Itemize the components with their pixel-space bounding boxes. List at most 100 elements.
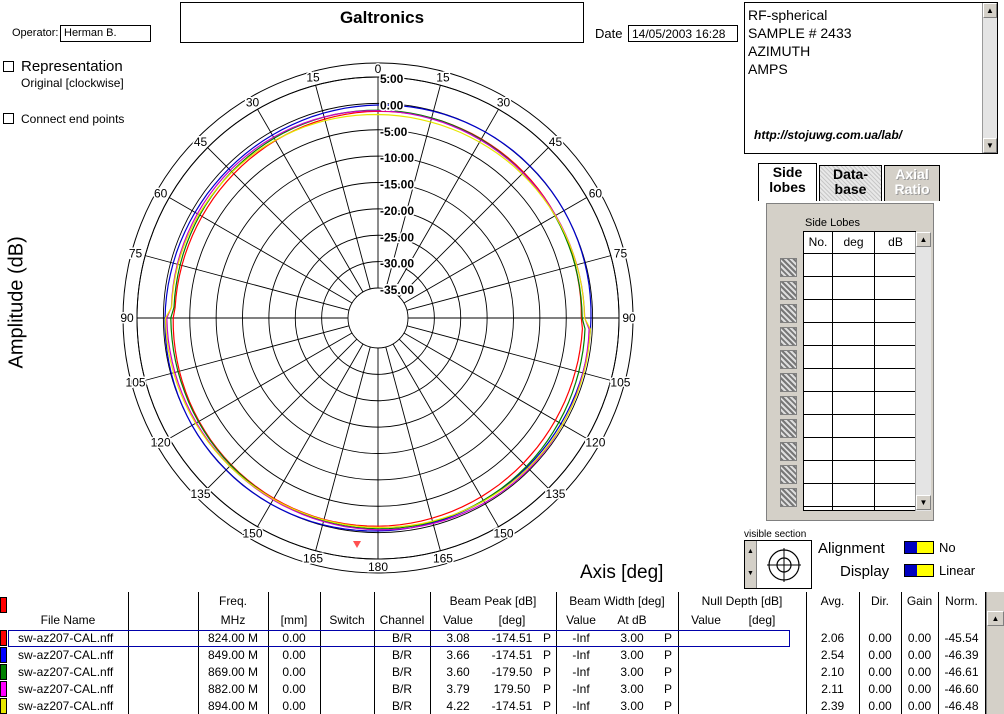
display-toggle[interactable]: [904, 564, 934, 577]
cell-bp-value: 4.22: [446, 699, 470, 713]
cell-dir: 0.00: [868, 699, 892, 713]
side-lobe-row[interactable]: [804, 438, 917, 461]
cell-bw-value: -Inf: [572, 648, 590, 662]
side-lobe-row[interactable]: [804, 346, 917, 369]
cell-avg: 2.11: [821, 682, 844, 696]
cell-freq: 894.00 M: [207, 699, 259, 713]
side-lobes-grid[interactable]: No. deg dB: [803, 231, 917, 511]
scroll-up-icon[interactable]: ▲: [916, 232, 931, 247]
scroll-down-icon[interactable]: ▼: [916, 495, 931, 510]
cell-mm: 0.00: [282, 682, 306, 696]
cell-p2: P: [663, 665, 672, 679]
cell-bw-value: -Inf: [572, 665, 590, 679]
spin-arrows[interactable]: ▲ ▼: [745, 541, 757, 588]
side-lobe-select-button[interactable]: [780, 304, 797, 323]
notes-line: RF-spherical: [748, 7, 828, 23]
side-lobe-row[interactable]: [804, 300, 917, 323]
side-lobe-select-button[interactable]: [780, 465, 797, 484]
tab-side-lobes[interactable]: Side lobes: [758, 163, 817, 201]
cell-channel: B/R: [391, 682, 412, 696]
ring-tick-label: -15.00: [380, 178, 414, 192]
notes-scrollbar[interactable]: ▲ ▼: [982, 3, 997, 153]
side-lobe-select-button[interactable]: [780, 350, 797, 369]
angle-tick-label: 105: [610, 375, 630, 389]
side-lobe-row[interactable]: [804, 254, 917, 277]
display-value: Linear: [939, 563, 976, 578]
cell-gain: 0.00: [907, 699, 932, 713]
cell-file: sw-az207-CAL.nff: [18, 682, 114, 696]
cell-file: sw-az207-CAL.nff: [18, 665, 114, 679]
table-row[interactable]: sw-az207-CAL.nff 869.00 M 0.00 B/R 3.60 -179.…: [0, 664, 1004, 681]
color-marker: [0, 597, 7, 613]
side-lobe-select-button[interactable]: [780, 419, 797, 438]
cell-bw-value: -Inf: [572, 682, 590, 696]
side-lobe-select-button[interactable]: [780, 396, 797, 415]
alignment-toggle[interactable]: [904, 541, 934, 554]
beam-width-header: Beam Width [deg]: [569, 594, 665, 608]
cell-bw-at: 3.00: [620, 631, 644, 645]
side-lobe-select-button[interactable]: [780, 488, 797, 507]
side-lobe-row[interactable]: [804, 277, 917, 300]
table-row[interactable]: sw-az207-CAL.nff 882.00 M 0.00 B/R 3.79 179.5…: [0, 681, 1004, 698]
table-row[interactable]: sw-az207-CAL.nff 849.00 M 0.00 B/R 3.66 -174.…: [0, 647, 1004, 664]
side-lobe-row[interactable]: [804, 323, 917, 346]
alignment-value: No: [939, 540, 956, 555]
cell-bw-at: 3.00: [620, 682, 644, 696]
notes-textbox[interactable]: RF-spherical SAMPLE # 2433 AZIMUTH AMPS …: [744, 2, 998, 154]
side-lobe-row[interactable]: [804, 461, 917, 484]
angle-tick-label: 15: [436, 70, 450, 84]
bp-deg-header: [deg]: [498, 613, 526, 627]
connect-end-points-checkbox[interactable]: [3, 113, 14, 124]
side-lobe-row[interactable]: [804, 415, 917, 438]
cell-p2: P: [663, 699, 672, 713]
table-row[interactable]: sw-az207-CAL.nff 894.00 M 0.00 B/R 4.22 -174.…: [0, 698, 1004, 714]
dir-header: Dir.: [871, 594, 889, 608]
angle-tick-label: 120: [585, 436, 605, 450]
cell-bp-value: 3.08: [446, 631, 470, 645]
side-lobe-select-button[interactable]: [780, 327, 797, 346]
series-color-swatch: [0, 664, 7, 680]
operator-field[interactable]: Herman B.: [60, 25, 151, 42]
cell-channel: B/R: [391, 648, 412, 662]
side-lobes-scrollbar[interactable]: ▲ ▼: [915, 232, 931, 511]
side-lobe-select-button[interactable]: [780, 281, 797, 300]
angle-tick-label: 75: [129, 247, 143, 261]
side-lobe-row[interactable]: [804, 392, 917, 415]
representation-checkbox[interactable]: [3, 61, 14, 72]
cell-bp-deg: -179.50: [491, 665, 533, 679]
angle-tick-label: 120: [151, 436, 171, 450]
tab-database[interactable]: Data- base: [819, 165, 882, 201]
scroll-up-icon[interactable]: ▲: [987, 611, 1004, 626]
cell-freq: 824.00 M: [207, 631, 259, 645]
scroll-up-icon[interactable]: ▲: [983, 3, 997, 18]
crosshair-icon[interactable]: [765, 547, 803, 583]
notes-line: SAMPLE # 2433: [748, 25, 852, 41]
series-color-swatch: [0, 698, 7, 714]
visible-section-control[interactable]: ▲ ▼: [744, 540, 812, 589]
ring-tick-label: -10.00: [380, 151, 414, 165]
cell-dir: 0.00: [868, 631, 892, 645]
angle-tick-label: 60: [589, 187, 603, 201]
date-field[interactable]: 14/05/2003 16:28: [628, 25, 738, 42]
channel-header: Channel: [379, 613, 425, 627]
side-lobe-select-button[interactable]: [780, 442, 797, 461]
side-lobe-select-button[interactable]: [780, 373, 797, 392]
side-lobe-select-button[interactable]: [780, 258, 797, 277]
side-lobe-row[interactable]: [804, 369, 917, 392]
cell-gain: 0.00: [907, 648, 932, 662]
grid-spoke: [169, 197, 353, 304]
cell-mm: 0.00: [282, 665, 306, 679]
table-row[interactable]: sw-az207-CAL.nff 824.00 M 0.00 B/R 3.08 -174.…: [0, 630, 1004, 647]
operator-label: Operator:: [12, 27, 59, 39]
cell-bw-at: 3.00: [620, 665, 644, 679]
cell-bw-at: 3.00: [620, 699, 644, 713]
results-table: Freq. MHz Beam Peak [dB] Beam Width [deg…: [0, 592, 1004, 714]
cell-p1: P: [542, 648, 551, 662]
nd-value-header: Value: [691, 613, 721, 627]
scroll-down-icon[interactable]: ▼: [983, 138, 997, 153]
ring-tick-label: -35.00: [380, 283, 414, 297]
side-lobe-row[interactable]: [804, 484, 917, 507]
mm-header: [mm]: [280, 613, 308, 627]
cell-p2: P: [663, 631, 672, 645]
col-db-header: dB: [875, 232, 916, 254]
